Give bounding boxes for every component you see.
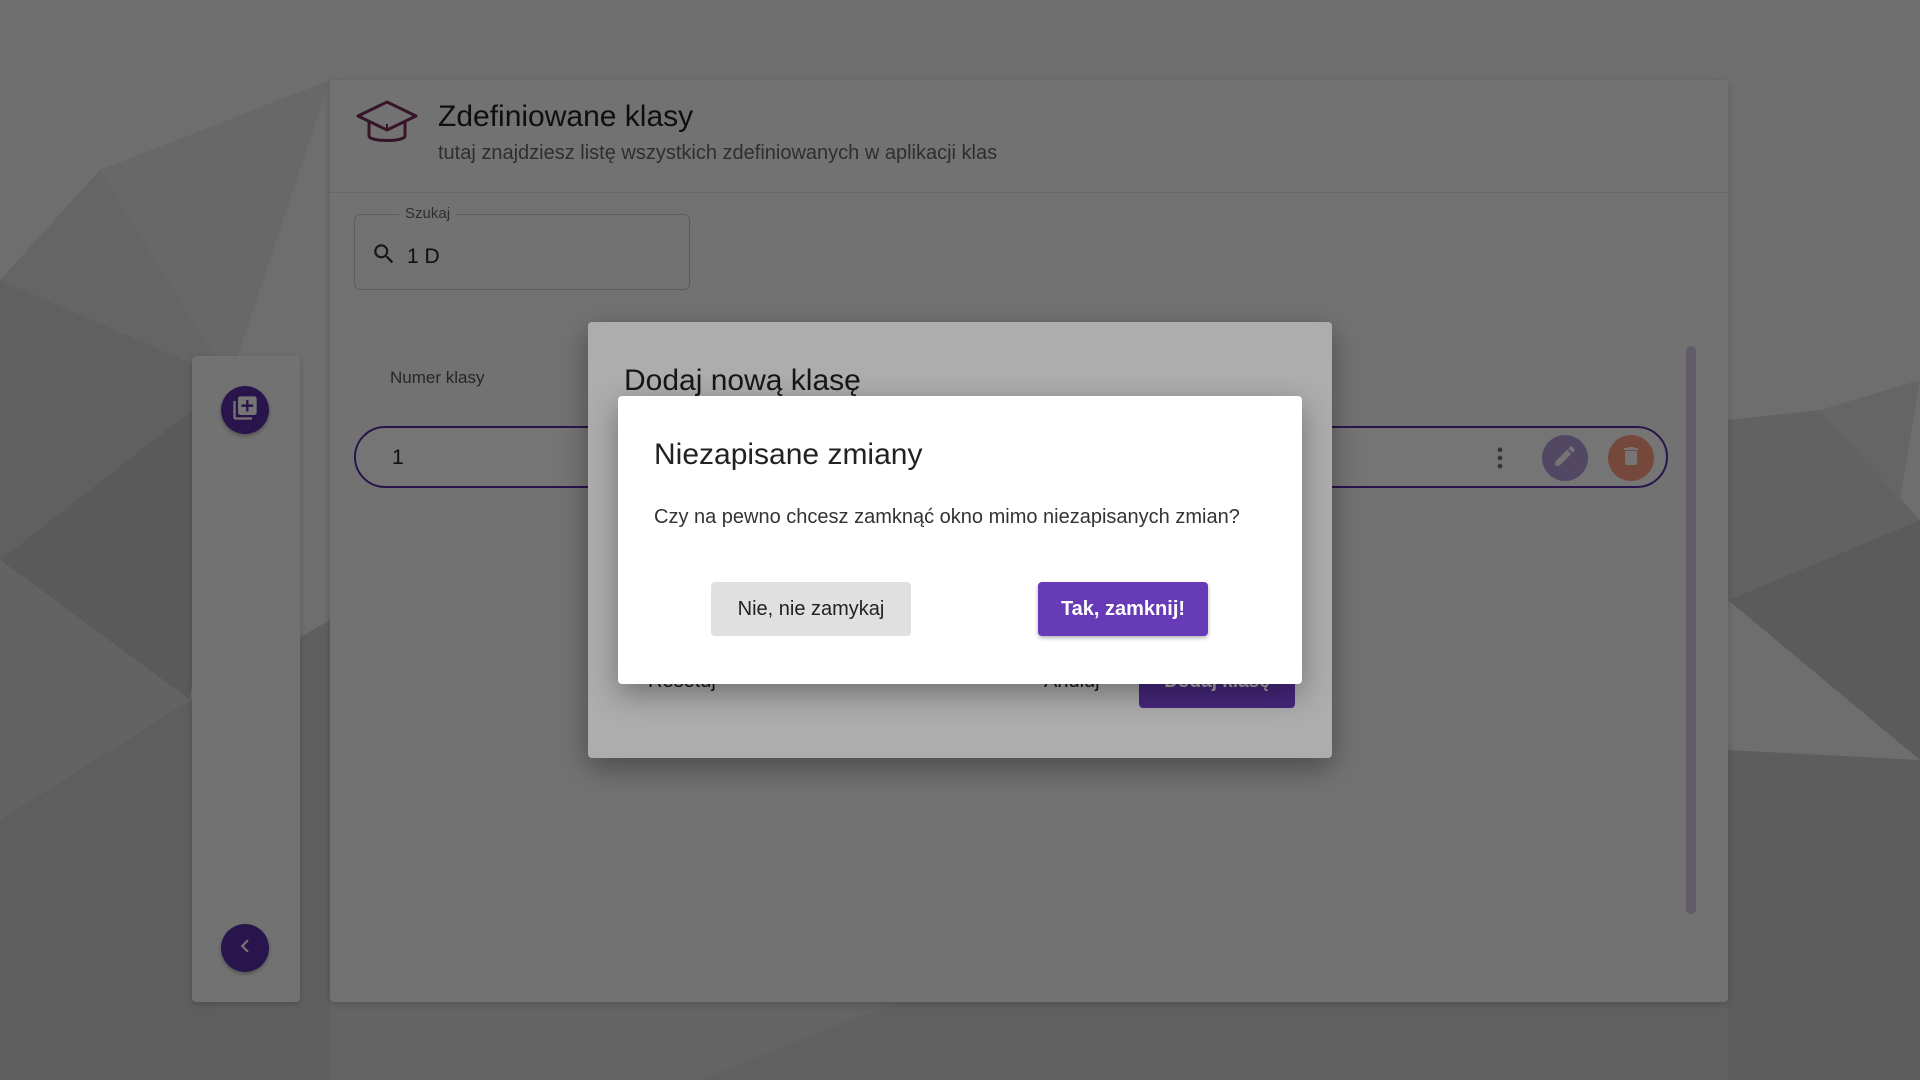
confirm-dialog-title: Niezapisane zmiany xyxy=(654,438,923,471)
confirm-close-button[interactable]: Tak, zamknij! xyxy=(1038,582,1208,636)
keep-open-button[interactable]: Nie, nie zamykaj xyxy=(711,582,911,636)
unsaved-changes-dialog: Niezapisane zmiany Czy na pewno chcesz z… xyxy=(618,396,1302,684)
confirm-dialog-message: Czy na pewno chcesz zamknąć okno mimo ni… xyxy=(654,506,1240,528)
